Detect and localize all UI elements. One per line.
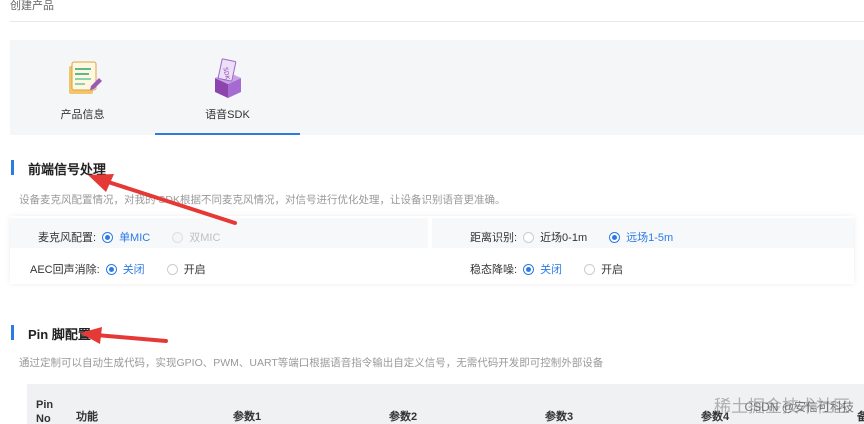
watermark-csdn: CSDN @安信可科技 — [744, 400, 854, 414]
radio-aec-off[interactable]: 关闭 — [105, 261, 145, 277]
denoise-label: 稳态降噪: — [470, 264, 518, 276]
aec-label: AEC回声消除: — [30, 264, 100, 276]
denoise-config-row: 稳态降噪: 关闭 开启 — [470, 255, 645, 283]
tab-product-info-label: 产品信息 — [60, 109, 105, 121]
tabs-panel: 产品信息 SDK 语音SDK — [10, 40, 864, 135]
radio-dot — [105, 263, 117, 275]
column-header-param2: 参数2 — [389, 411, 418, 423]
tab-voice-sdk[interactable]: SDK 语音SDK — [155, 40, 300, 135]
annotation-arrow — [88, 174, 237, 225]
radio-near-field[interactable]: 近场0-1m — [523, 229, 587, 245]
radio-dual-mic: 双MIC — [172, 229, 220, 245]
radio-denoise-on[interactable]: 开启 — [584, 261, 623, 277]
radio-label: 双MIC — [189, 232, 221, 244]
column-header-param3: 参数3 — [545, 411, 574, 423]
radio-single-mic[interactable]: 单MIC — [102, 229, 150, 245]
radio-aec-on[interactable]: 开启 — [166, 261, 206, 277]
radio-label: 开启 — [183, 264, 206, 276]
column-header-function: 功能 — [76, 411, 98, 423]
radio-dot — [609, 231, 621, 243]
radio-label: 单MIC — [119, 232, 151, 244]
radio-dot — [584, 263, 596, 275]
annotation-arrow — [80, 327, 168, 344]
radio-label: 远场1-5m — [626, 232, 674, 244]
distance-config-row: 距离识别: 近场0-1m 远场1-5m — [470, 223, 695, 251]
radio-label: 开启 — [601, 264, 624, 276]
sdk-box-icon: SDK — [214, 58, 241, 98]
radio-dot — [166, 263, 178, 275]
column-header-param1: 参数1 — [233, 411, 262, 423]
title-divider — [10, 21, 864, 22]
aec-config-row: AEC回声消除: 关闭 开启 — [30, 255, 228, 283]
section-accent-bar — [11, 160, 14, 175]
mic-config-label: 麦克风配置: — [38, 232, 97, 244]
radio-denoise-off[interactable]: 关闭 — [523, 261, 562, 277]
section-accent-bar — [11, 325, 14, 340]
tab-voice-sdk-label: 语音SDK — [205, 109, 250, 121]
distance-label: 距离识别: — [470, 232, 518, 244]
section-desc-pin: 通过定制可以自动生成代码，实现GPIO、PWM、UART等端口根据语音指令输出自… — [19, 357, 604, 369]
radio-label: 关闭 — [540, 264, 563, 276]
radio-dot — [172, 231, 184, 243]
column-header-extra: 备 — [857, 411, 864, 423]
tab-product-info[interactable]: 产品信息 — [10, 40, 155, 135]
page-title: 创建产品 — [10, 0, 54, 12]
column-header-pin-no: Pin No — [36, 399, 54, 424]
radio-dot — [102, 231, 114, 243]
radio-dot — [523, 231, 535, 243]
radio-dot — [523, 263, 535, 275]
radio-label: 关闭 — [122, 264, 145, 276]
document-pencil-icon — [68, 61, 102, 94]
radio-label: 近场0-1m — [540, 232, 588, 244]
radio-far-field[interactable]: 远场1-5m — [609, 229, 673, 245]
